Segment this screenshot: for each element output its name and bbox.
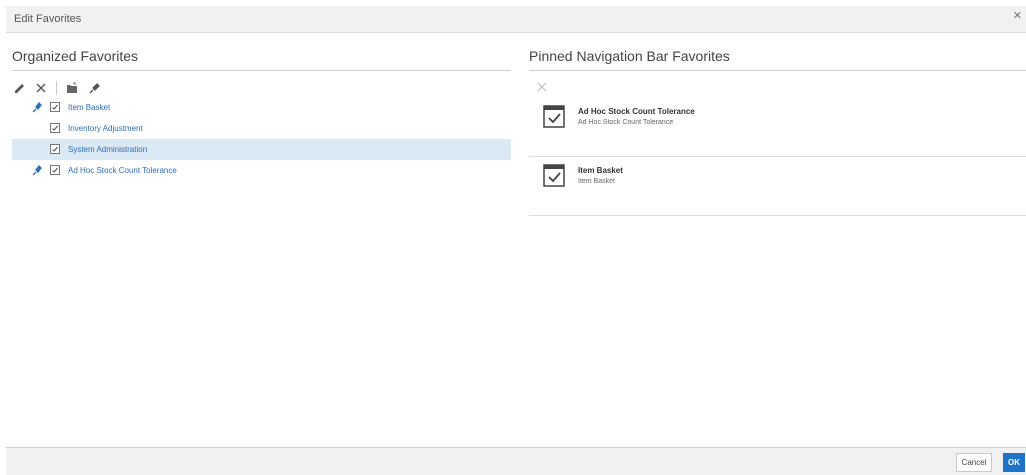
dialog-titlebar: Edit Favorites ✕ <box>6 6 1026 33</box>
new-folder-icon[interactable] <box>65 81 79 95</box>
pinned-item-subtitle: Item Basket <box>578 178 615 185</box>
tree-item-label: Ad Hoc Stock Count Tolerance <box>68 166 177 175</box>
pinned-list: Ad Hoc Stock Count Tolerance Ad Hoc Stoc… <box>529 98 1026 216</box>
remove-icon[interactable] <box>535 80 549 94</box>
favorite-item-icon <box>50 165 60 175</box>
tree-item[interactable]: Item Basket <box>12 97 511 118</box>
pinned-item-title: Ad Hoc Stock Count Tolerance <box>578 107 695 116</box>
pinned-item-subtitle: Ad Hoc Stock Count Tolerance <box>578 119 674 126</box>
tree-item-label: System Administration <box>68 145 148 154</box>
pin-icon[interactable] <box>32 164 42 176</box>
dialog-footer: Cancel OK <box>6 447 1026 475</box>
favorite-tile-icon <box>543 104 565 128</box>
tree-item-label: Item Basket <box>68 103 111 112</box>
favorites-tree: Item Basket Inventory Adjustment System … <box>12 97 511 181</box>
tree-item[interactable]: Inventory Adjustment <box>12 118 511 139</box>
favorite-item-icon <box>50 123 60 133</box>
pinned-item[interactable]: Ad Hoc Stock Count Tolerance Ad Hoc Stoc… <box>529 98 1026 157</box>
pinned-item[interactable]: Item Basket Item Basket <box>529 157 1026 216</box>
favorite-tile-icon <box>543 163 565 187</box>
cancel-button[interactable]: Cancel <box>956 453 992 472</box>
organized-favorites-title: Organized Favorites <box>12 48 139 64</box>
pinned-toolbar <box>535 80 557 94</box>
ok-button[interactable]: OK <box>1003 453 1025 472</box>
tree-item[interactable]: Ad Hoc Stock Count Tolerance <box>12 160 511 181</box>
tree-item-label: Inventory Adjustment <box>68 124 143 133</box>
pinned-item-title: Item Basket <box>578 166 623 175</box>
toolbar-separator <box>56 81 57 95</box>
favorite-item-icon <box>50 102 60 112</box>
organized-divider <box>12 70 511 71</box>
favorite-item-icon <box>50 144 60 154</box>
pin-icon[interactable] <box>32 101 42 113</box>
delete-icon[interactable] <box>34 81 48 95</box>
rename-icon[interactable] <box>12 81 26 95</box>
close-icon[interactable]: ✕ <box>1013 9 1022 22</box>
tree-item-selected[interactable]: System Administration <box>12 139 511 160</box>
dialog-title: Edit Favorites <box>14 13 82 25</box>
pinned-favorites-title: Pinned Navigation Bar Favorites <box>529 48 730 64</box>
pin-icon[interactable] <box>87 81 101 95</box>
organized-toolbar <box>12 80 109 96</box>
pinned-divider <box>529 70 1026 71</box>
